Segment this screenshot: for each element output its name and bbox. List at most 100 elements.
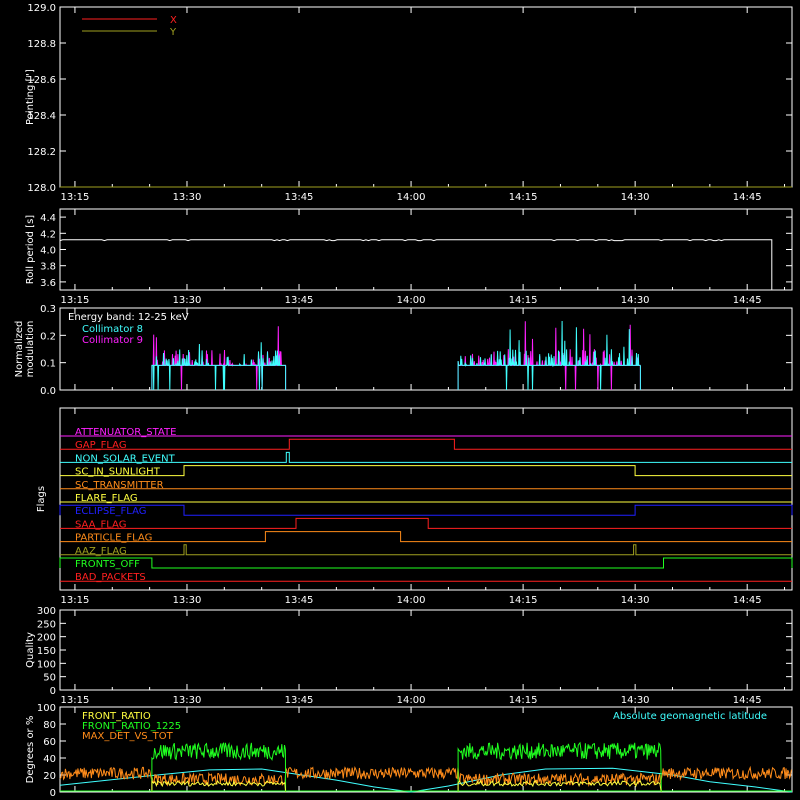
y-tick-label: 20 xyxy=(43,771,56,782)
legend-label-X: X xyxy=(170,15,177,26)
x-tick-label: 14:15 xyxy=(509,695,538,706)
y-tick-label: 60 xyxy=(43,737,56,748)
x-tick-label: 13:15 xyxy=(61,695,90,706)
flag-trace-aaz_flag xyxy=(60,544,792,556)
x-tick-label: 13:30 xyxy=(173,595,202,606)
x-tick-label: 14:15 xyxy=(509,295,538,306)
series-collimator-8 xyxy=(151,342,287,391)
y-axis-label: Pointing ["] xyxy=(25,69,36,125)
flag-trace-gap_flag xyxy=(60,438,792,450)
y-tick-label: 4.4 xyxy=(40,213,56,224)
y-axis-label: Degrees or % xyxy=(25,716,36,784)
y-tick-label: 0 xyxy=(50,686,56,697)
x-tick-label: 14:45 xyxy=(733,695,762,706)
legend-label-collimator: Collimator 9 xyxy=(82,335,143,346)
x-tick-label: 13:15 xyxy=(61,192,90,203)
flag-trace-saa_flag xyxy=(60,517,792,529)
flag-trace-fronts_off xyxy=(59,557,793,569)
energy-band-annotation: Energy band: 12-25 keV xyxy=(68,312,189,323)
x-tick-label: 14:30 xyxy=(621,595,650,606)
y-tick-label: 0.1 xyxy=(40,359,56,370)
x-tick-label: 14:00 xyxy=(397,595,426,606)
flag-label: FLARE_FLAG xyxy=(75,493,138,504)
x-tick-label: 14:15 xyxy=(509,192,538,203)
x-tick-label: 13:45 xyxy=(285,595,314,606)
series-collimator-9 xyxy=(457,321,641,391)
flag-label: AAZ_FLAG xyxy=(75,546,127,557)
roll-frame xyxy=(59,208,793,291)
x-tick-label: 14:30 xyxy=(621,192,650,203)
y-tick-label: 3.6 xyxy=(40,278,56,289)
y-tick-label: 3.8 xyxy=(40,262,56,273)
y-tick-label: 128.2 xyxy=(27,147,56,158)
y-tick-label: 300 xyxy=(37,606,56,617)
x-tick-label: 14:00 xyxy=(397,192,426,203)
x-tick-label: 14:30 xyxy=(621,295,650,306)
x-tick-label: 13:30 xyxy=(173,192,202,203)
y-axis-label: Quality xyxy=(25,632,36,668)
y-tick-label: 0.2 xyxy=(40,331,56,342)
flag-label: ECLIPSE_FLAG xyxy=(75,506,146,517)
axes-layer xyxy=(59,6,793,793)
x-tick-label: 14:45 xyxy=(733,192,762,203)
y-tick-label: 0.0 xyxy=(40,386,56,397)
y-tick-label: 50 xyxy=(43,673,56,684)
x-tick-label: 13:15 xyxy=(61,295,90,306)
rhessi-quicklook-chart: 13:15 13:30 13:45 14:00 14:15 14:30 14:45 128.0… xyxy=(14,3,793,799)
flag-label: SC_IN_SUNLIGHT xyxy=(75,467,161,478)
x-tick-label: 13:45 xyxy=(285,695,314,706)
series-front-ratio xyxy=(151,780,287,793)
y-tick-label: 80 xyxy=(43,720,56,731)
y-axis-label: Flags xyxy=(36,486,47,512)
y-tick-label: 150 xyxy=(37,646,56,657)
roll-period-series xyxy=(59,239,773,290)
flag-trace-particle_flag xyxy=(60,531,792,543)
y-tick-label: 40 xyxy=(43,754,56,765)
y-tick-label: 0.3 xyxy=(40,304,56,315)
y-tick-label: 4.2 xyxy=(40,229,56,240)
flag-label: SAA_FLAG xyxy=(75,519,126,530)
legend-label-collimator: Collimator 8 xyxy=(82,324,143,335)
y-tick-label: 100 xyxy=(37,659,56,670)
flag-label: PARTICLE_FLAG xyxy=(75,533,152,544)
y-tick-label: 4.0 xyxy=(40,246,56,257)
x-tick-label: 14:00 xyxy=(397,295,426,306)
y-axis-label: modulation xyxy=(25,321,36,378)
series-max-det-vs-tot xyxy=(59,765,792,787)
x-tick-label: 13:30 xyxy=(173,695,202,706)
y-tick-label: 200 xyxy=(37,633,56,644)
flag-label: GAP_FLAG xyxy=(75,440,127,451)
legend-label-Y: Y xyxy=(169,27,177,38)
y-tick-label: 128.8 xyxy=(27,39,56,50)
x-tick-label: 13:45 xyxy=(285,295,314,306)
y-tick-label: 0 xyxy=(50,788,56,799)
legend-label-max-det-vs-tot: MAX_DET_VS_TOT xyxy=(82,731,174,742)
x-tick-label: 14:30 xyxy=(621,695,650,706)
flag-label: ATTENUATOR_STATE xyxy=(75,427,176,438)
labels-layer: 13:15 13:30 13:45 14:00 14:15 14:30 14:45 128.0… xyxy=(14,3,767,799)
x-tick-label: 14:15 xyxy=(509,595,538,606)
series-collimator-8 xyxy=(457,320,641,391)
flag-label: SC_TRANSMITTER xyxy=(75,480,164,491)
data-layer xyxy=(59,18,793,793)
y-tick-label: 100 xyxy=(37,703,56,714)
y-axis-label: Roll period [s] xyxy=(25,215,36,284)
legend-label-geomagnetic-latitude: Absolute geomagnetic latitude xyxy=(613,711,767,722)
flag-label: BAD_PACKETS xyxy=(75,572,146,583)
y-tick-label: 128.0 xyxy=(27,183,56,194)
x-tick-label: 13:45 xyxy=(285,192,314,203)
x-tick-label: 14:45 xyxy=(733,595,762,606)
series-front-ratio-1225 xyxy=(151,742,287,793)
y-axis-label: Normalized xyxy=(14,321,25,378)
series-collimator-9 xyxy=(151,326,287,391)
y-tick-label: 250 xyxy=(37,619,56,630)
x-tick-label: 13:15 xyxy=(61,595,90,606)
y-tick-label: 129.0 xyxy=(27,3,56,14)
quality-frame xyxy=(59,609,793,691)
flag-label: FRONTS_OFF xyxy=(75,559,140,570)
flag-label: NON_SOLAR_EVENT xyxy=(75,453,176,464)
x-tick-label: 14:45 xyxy=(733,295,762,306)
x-tick-label: 14:00 xyxy=(397,695,426,706)
x-tick-label: 13:30 xyxy=(173,295,202,306)
flag-trace-eclipse_flag xyxy=(59,504,793,516)
